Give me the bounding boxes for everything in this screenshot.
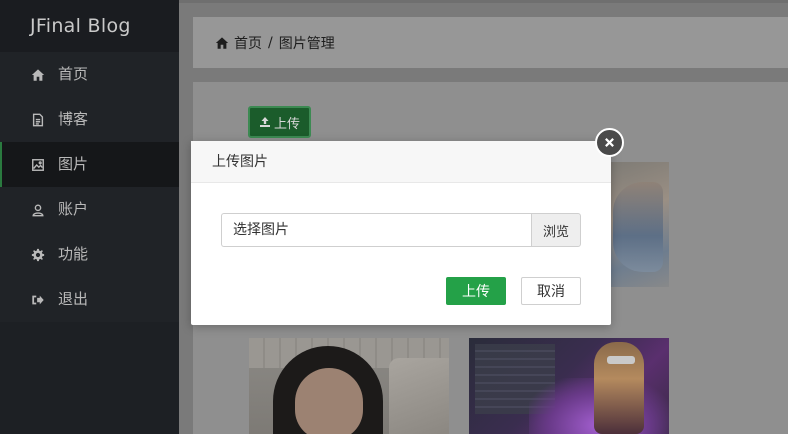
modal-footer: 上传 取消 bbox=[446, 277, 581, 305]
upload-button-label: 上传 bbox=[273, 116, 300, 132]
photo-content bbox=[613, 182, 663, 272]
confirm-upload-button[interactable]: 上传 bbox=[446, 277, 506, 305]
sidebar-item-images[interactable]: 图片 bbox=[0, 142, 179, 187]
upload-button[interactable]: 上传 bbox=[248, 106, 311, 138]
sign-out-icon bbox=[30, 292, 46, 308]
sidebar-filler bbox=[0, 322, 179, 434]
home-icon bbox=[215, 36, 229, 49]
file-picker: 浏览 bbox=[221, 213, 581, 247]
sidebar-item-home[interactable]: 首页 bbox=[0, 52, 179, 97]
image-icon bbox=[30, 157, 46, 173]
photo-content bbox=[607, 356, 635, 364]
photo-content bbox=[389, 358, 449, 434]
home-icon bbox=[30, 67, 46, 83]
sidebar-item-label: 图片 bbox=[58, 155, 89, 173]
breadcrumb-home-link[interactable]: 首页 bbox=[234, 33, 262, 53]
breadcrumb-current: 图片管理 bbox=[278, 35, 335, 52]
sidebar-item-blog[interactable]: 博客 bbox=[0, 97, 179, 142]
upload-icon bbox=[259, 117, 270, 127]
upload-modal: 上传图片 浏览 上传 取消 bbox=[191, 141, 611, 325]
file-path-input[interactable] bbox=[221, 213, 531, 247]
sidebar-item-label: 博客 bbox=[58, 110, 89, 128]
browse-button[interactable]: 浏览 bbox=[531, 213, 581, 247]
sidebar-item-label: 首页 bbox=[58, 65, 89, 83]
user-icon bbox=[30, 202, 46, 218]
modal-title: 上传图片 bbox=[191, 141, 611, 183]
document-icon bbox=[30, 112, 46, 128]
gallery-image[interactable] bbox=[609, 162, 669, 287]
breadcrumb: 首页 / 图片管理 bbox=[193, 17, 788, 68]
gallery-image[interactable] bbox=[469, 338, 669, 434]
brand-logo[interactable]: JFinal Blog bbox=[0, 0, 179, 52]
sidebar-item-label: 功能 bbox=[58, 245, 89, 263]
sidebar-item-features[interactable]: 功能 bbox=[0, 232, 179, 277]
close-icon[interactable] bbox=[595, 128, 624, 157]
top-strip bbox=[179, 0, 788, 3]
breadcrumb-separator: / bbox=[268, 34, 273, 51]
sidebar-item-label: 退出 bbox=[58, 290, 89, 308]
sidebar-menu: 首页 博客 图片 账户 功能 退出 bbox=[0, 52, 179, 322]
gallery-image[interactable] bbox=[249, 338, 449, 434]
sidebar-item-account[interactable]: 账户 bbox=[0, 187, 179, 232]
sidebar-item-logout[interactable]: 退出 bbox=[0, 277, 179, 322]
photo-content bbox=[295, 368, 363, 434]
sidebar: JFinal Blog 首页 博客 图片 账户 功能 退出 bbox=[0, 0, 179, 434]
cancel-button[interactable]: 取消 bbox=[521, 277, 581, 305]
gear-icon bbox=[30, 247, 46, 263]
sidebar-item-label: 账户 bbox=[58, 200, 89, 218]
